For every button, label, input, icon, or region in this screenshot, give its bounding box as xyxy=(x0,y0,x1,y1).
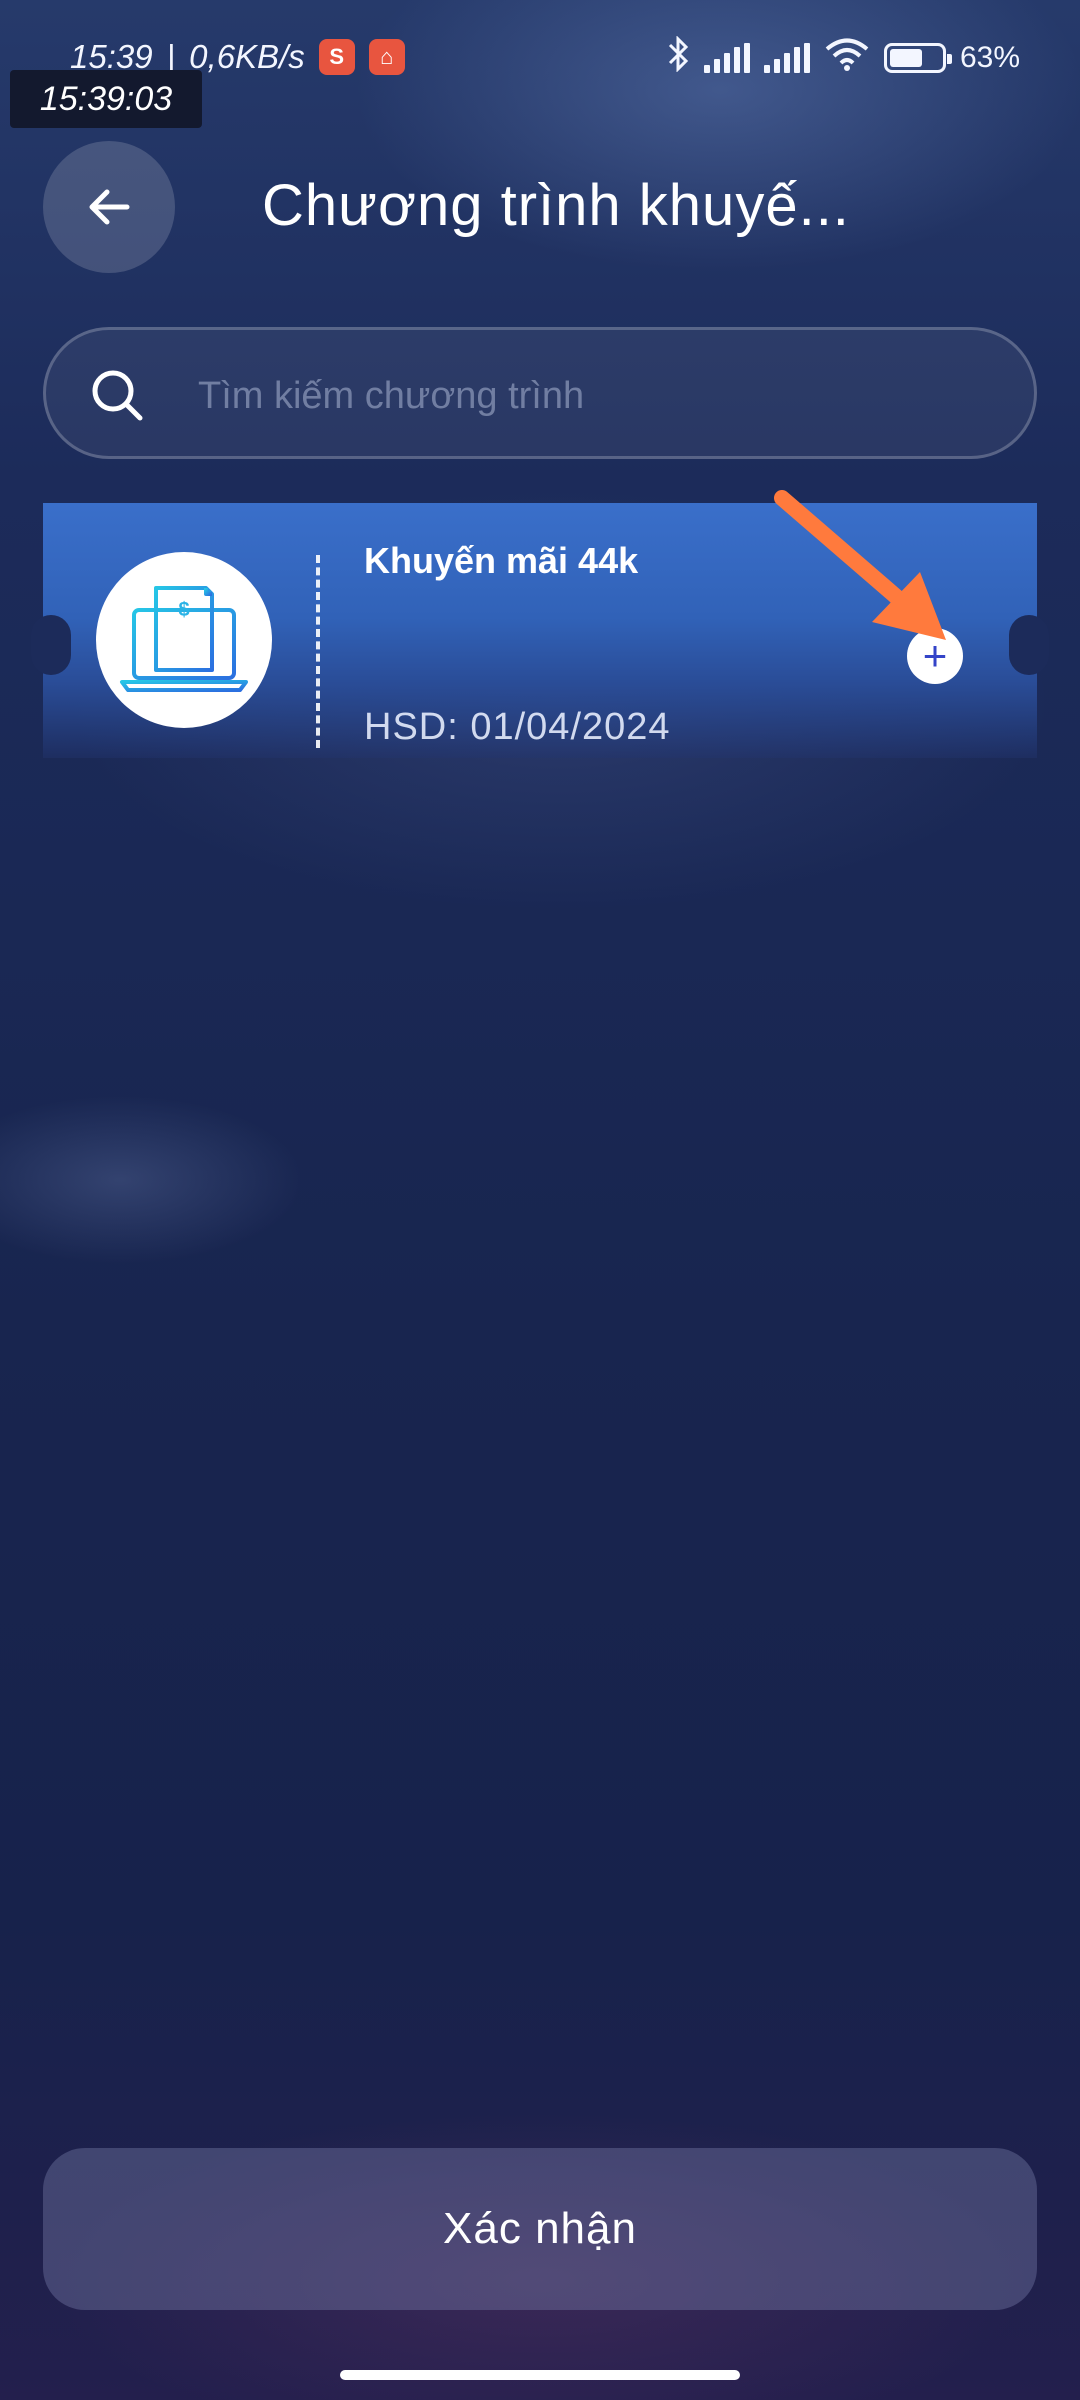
search-bar[interactable] xyxy=(43,327,1037,459)
ticket-divider xyxy=(316,555,320,748)
bluetooth-icon xyxy=(666,35,690,80)
back-button[interactable] xyxy=(43,141,175,273)
battery-percent: 63% xyxy=(959,41,1020,74)
shop-icon: ⌂ xyxy=(368,39,405,75)
signal-icon-sim1 xyxy=(703,43,750,73)
page-title: Chương trình khuyế... xyxy=(262,173,850,238)
promotion-name: Khuyến mãi 44k xyxy=(364,540,639,581)
battery-icon xyxy=(883,43,952,73)
wifi-icon xyxy=(824,37,870,79)
svg-text:$: $ xyxy=(178,599,189,621)
arrow-pointer-icon xyxy=(774,490,946,640)
network-speed: 0,6KB/s xyxy=(189,38,305,75)
ticket-notch-right xyxy=(1009,615,1049,675)
ticket-notch-left xyxy=(31,615,71,675)
confirm-button[interactable]: Xác nhận xyxy=(43,2148,1037,2310)
home-indicator[interactable] xyxy=(340,2370,740,2380)
search-input[interactable] xyxy=(196,360,1000,432)
status-right: 63% xyxy=(666,35,1020,80)
search-icon xyxy=(92,370,143,421)
arrow-left-icon xyxy=(89,189,130,225)
invoice-laptop-icon: $ xyxy=(96,552,272,728)
shopee-icon: S xyxy=(318,39,355,75)
promotion-expiry: HSD: 01/04/2024 xyxy=(364,706,671,748)
confirm-button-label: Xác nhận xyxy=(443,2204,637,2253)
signal-icon-sim2 xyxy=(763,43,810,73)
screen-recorder-time: 15:39:03 xyxy=(10,70,202,128)
